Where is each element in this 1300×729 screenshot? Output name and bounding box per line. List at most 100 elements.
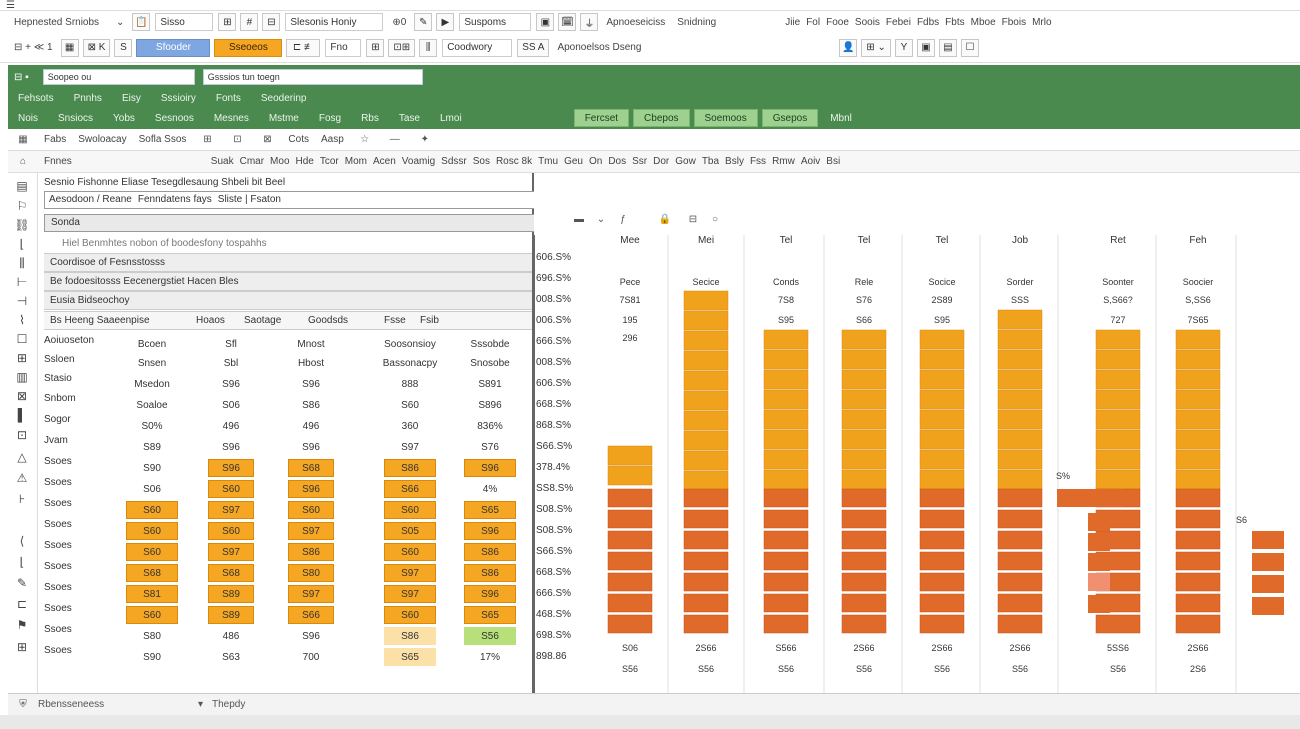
pen-icon[interactable]: ✎	[13, 574, 31, 592]
print-icon[interactable]: ▤	[938, 38, 957, 57]
suspend-dropdown[interactable]: Suspoms	[459, 13, 532, 31]
table-cell[interactable]: S96	[208, 459, 254, 477]
style-orange-button[interactable]: Sseoeos	[214, 38, 283, 57]
table-cell[interactable]: S86	[288, 543, 334, 561]
bracket-icon[interactable]: ⌊	[13, 235, 31, 253]
shield-icon[interactable]: ⛨	[14, 697, 32, 713]
table-cell[interactable]: S96	[464, 459, 516, 477]
table-cell[interactable]: S89	[208, 606, 254, 624]
window-icon[interactable]: ☐	[960, 38, 979, 57]
table-cell[interactable]: Snosobe	[464, 354, 516, 372]
table-cell[interactable]: S86	[384, 459, 436, 477]
table-cell[interactable]: S60	[208, 522, 254, 540]
col-header[interactable]: Fss	[747, 156, 769, 167]
green-tool[interactable]: Yobs	[103, 113, 145, 124]
table-cell[interactable]: S891	[464, 375, 516, 393]
branch-icon[interactable]: ⚐	[13, 197, 31, 215]
green-tool[interactable]: Mesnes	[204, 113, 259, 124]
table-cell[interactable]: S96	[288, 375, 334, 393]
grid-icon[interactable]: ▦	[14, 132, 32, 148]
brush-icon[interactable]: ✦	[416, 132, 434, 148]
box-icon[interactable]: ⊞	[198, 132, 216, 148]
col-header[interactable]: Ssr	[629, 156, 650, 167]
play-icon[interactable]: ▶	[436, 13, 455, 31]
col-header[interactable]: Geu	[561, 156, 586, 167]
green-selected-tab[interactable]: Fercset	[573, 109, 630, 127]
star-icon[interactable]: ☆	[356, 132, 374, 148]
minus-icon[interactable]: —	[386, 132, 404, 148]
add-icon[interactable]: ⊟ + ≪ 1	[0, 42, 59, 53]
table-cell[interactable]: 888	[384, 375, 436, 393]
formula-input[interactable]: Gsssios tun toegn	[202, 69, 423, 85]
table-cell[interactable]: S86	[464, 564, 516, 582]
bold-button[interactable]: ⊠ K	[82, 38, 111, 57]
name-box[interactable]: Soopeo ou	[42, 69, 195, 85]
col-header[interactable]: Hde	[293, 156, 317, 167]
right-tab[interactable]: Fbts	[942, 17, 967, 28]
table-cell[interactable]: S97	[208, 501, 254, 519]
table-cell[interactable]: S89	[208, 585, 254, 603]
table-cell[interactable]: Hbost	[288, 354, 334, 372]
table-icon[interactable]: ▦	[60, 38, 79, 57]
green-selected-tab[interactable]: Gsepos	[761, 109, 819, 127]
grid-icon[interactable]: ⊞	[13, 638, 31, 656]
cell-ref-icon[interactable]: ⊟ ▪	[8, 72, 35, 83]
right-tab[interactable]: Fooe	[823, 17, 852, 28]
doc-icon[interactable]: ▤	[13, 177, 31, 195]
chevron-down-icon[interactable]: ⌄	[110, 17, 130, 28]
table-cell[interactable]: S66	[384, 480, 436, 498]
table-cell[interactable]: S97	[384, 564, 436, 582]
chevron-down-icon[interactable]: ▾	[198, 699, 212, 710]
col-header[interactable]: Fnnes	[38, 156, 78, 167]
table-cell[interactable]: S97	[384, 438, 436, 456]
table-cell[interactable]: S56	[464, 627, 516, 645]
font-dropdown[interactable]: Slesonis Honiy	[285, 13, 384, 31]
table-cell[interactable]: S80	[288, 564, 334, 582]
merge-icon[interactable]: ⊞	[366, 38, 385, 57]
table-cell[interactable]: S97	[288, 522, 334, 540]
split-icon[interactable]: ⊣	[13, 292, 31, 310]
table-cell[interactable]: S97	[384, 585, 436, 603]
col-header[interactable]: On	[586, 156, 605, 167]
box-icon[interactable]: ☐	[13, 330, 31, 348]
table-cell[interactable]: S96	[288, 627, 334, 645]
scroll-strip[interactable]	[0, 715, 1300, 729]
table-cell[interactable]: S0%	[126, 417, 178, 435]
table-cell[interactable]: Sbl	[208, 354, 254, 372]
table-cell[interactable]: 836%	[464, 417, 516, 435]
table-header[interactable]: Sssobde	[464, 335, 516, 353]
table-cell[interactable]: S65	[464, 606, 516, 624]
green-tool[interactable]: Lmoi	[430, 113, 472, 124]
table-cell[interactable]: S97	[208, 543, 254, 561]
grid-icon[interactable]: ⊟	[262, 13, 281, 31]
row4-label[interactable]: Fabs	[38, 134, 72, 145]
table-cell[interactable]: S96	[288, 480, 334, 498]
green-tab[interactable]: Fonts	[206, 93, 251, 104]
cross-icon[interactable]: ⊠	[13, 387, 31, 405]
bracket-icon-2[interactable]: ⌊	[13, 553, 31, 571]
col-header[interactable]: Gow	[672, 156, 699, 167]
row4-label[interactable]: Aasp	[315, 134, 350, 145]
col-header[interactable]: Voamig	[399, 156, 438, 167]
table-header[interactable]: Soosonsioy	[384, 335, 436, 353]
table-cell[interactable]: S65	[384, 648, 436, 666]
panel-header-box[interactable]: Aesodoon / Reane Fenndatens fays Sliste …	[44, 191, 548, 209]
table-cell[interactable]: S96	[288, 438, 334, 456]
table-cell[interactable]: S60	[126, 606, 178, 624]
right-tab[interactable]: Fol	[803, 17, 823, 28]
table-cell[interactable]: 496	[208, 417, 254, 435]
box-icon[interactable]: ▣	[536, 13, 555, 31]
table-cell[interactable]: S68	[208, 564, 254, 582]
table-cell[interactable]: S96	[464, 585, 516, 603]
table-cell[interactable]: S89	[126, 438, 178, 456]
chart-icon[interactable]: ⫼	[419, 38, 438, 57]
table-cell[interactable]: S896	[464, 396, 516, 414]
col-header[interactable]: Sos	[470, 156, 493, 167]
table-cell[interactable]: S96	[208, 375, 254, 393]
pin-icon[interactable]: ⊡	[13, 426, 31, 444]
col-header[interactable]: Rosc 8k	[493, 156, 535, 167]
section-2[interactable]: Be fodoesitosss Eecenergstiet Hacen Bles	[44, 272, 532, 291]
subtitle-box[interactable]: Sonda	[44, 214, 548, 232]
font-size-dropdown[interactable]: Fno	[325, 38, 362, 57]
table-cell[interactable]: Soaloe	[126, 396, 178, 414]
